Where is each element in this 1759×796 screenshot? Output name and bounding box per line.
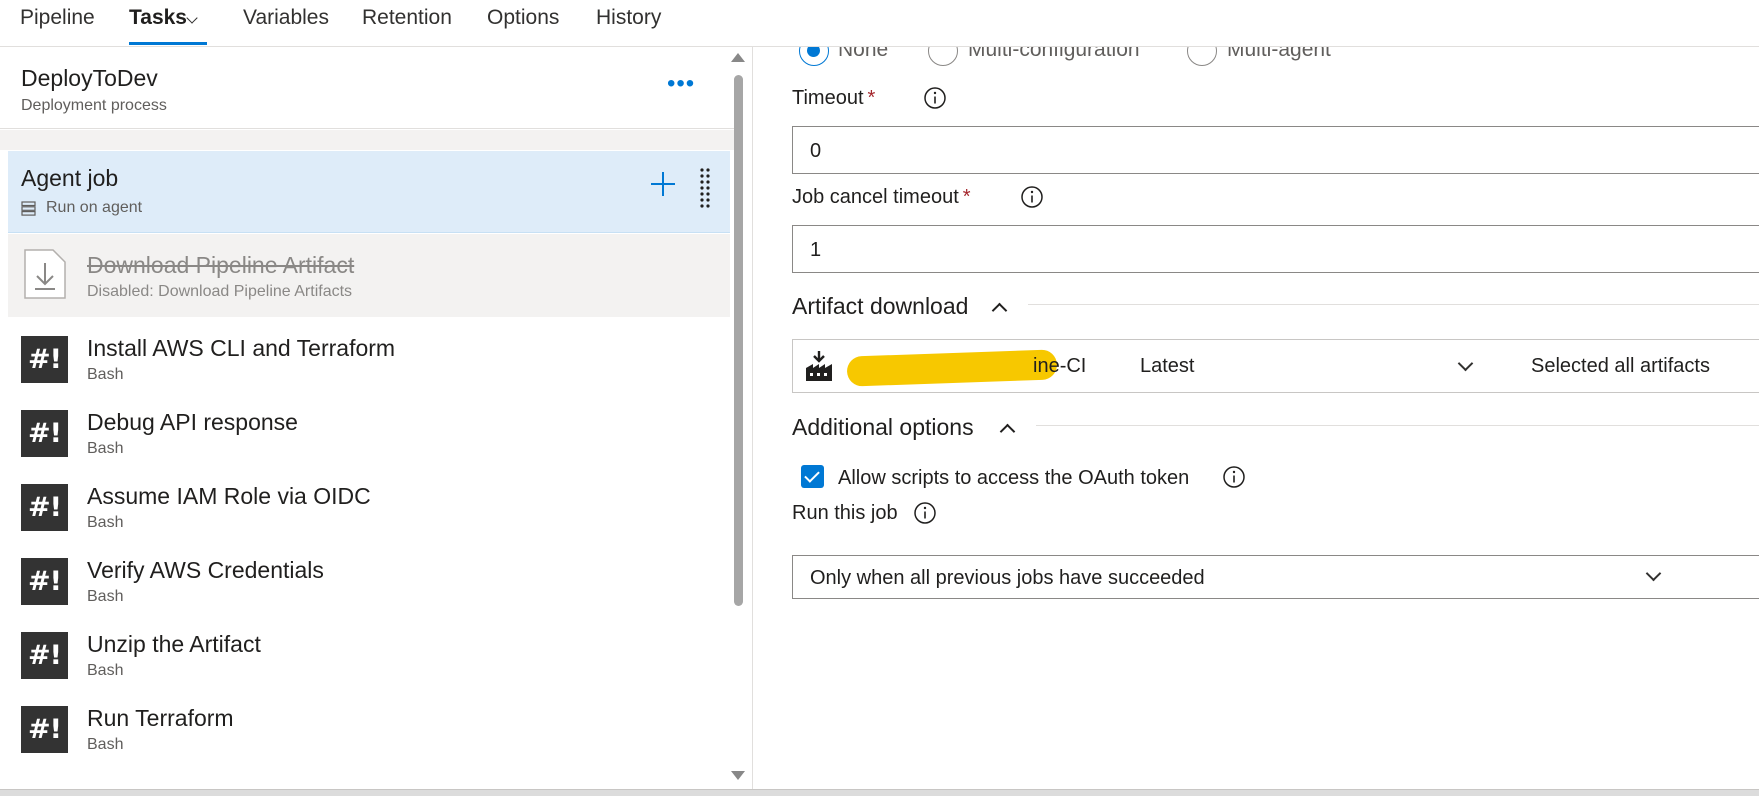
additional-options-header[interactable]: Additional options xyxy=(792,414,974,441)
bash-icon: #! xyxy=(21,410,68,457)
bash-icon: #! xyxy=(21,632,68,679)
add-task-icon[interactable] xyxy=(648,169,678,199)
scrollbar-thumb[interactable] xyxy=(734,75,743,606)
task-item[interactable]: #! Run Terraform Bash xyxy=(8,687,730,770)
run-condition-select[interactable]: Only when all previous jobs have succeed… xyxy=(792,555,1759,599)
radio-none[interactable] xyxy=(799,47,829,66)
task-item[interactable]: #! Assume IAM Role via OIDC Bash xyxy=(8,465,730,548)
task-subtitle: Bash xyxy=(87,662,124,679)
info-icon[interactable] xyxy=(1222,465,1246,489)
task-subtitle: Bash xyxy=(87,440,124,457)
stage-subtitle: Deployment process xyxy=(21,97,167,114)
section-divider xyxy=(1028,304,1759,305)
cancel-timeout-input[interactable]: 1 xyxy=(792,225,1759,273)
radio-multi-configuration[interactable] xyxy=(928,47,958,66)
tab-variables[interactable]: Variables xyxy=(243,6,329,30)
radio-label-multi-configuration[interactable]: Multi-configuration xyxy=(968,47,1140,62)
section-divider xyxy=(1036,425,1759,426)
release-pipeline-editor: Pipeline Tasks Variables Retention Optio… xyxy=(0,0,1759,796)
chevron-up-icon[interactable] xyxy=(999,423,1016,440)
task-subtitle: Bash xyxy=(87,588,124,605)
chevron-down-icon[interactable] xyxy=(1457,355,1474,372)
scroll-up-arrow-icon[interactable] xyxy=(731,53,745,62)
active-tab-indicator xyxy=(129,42,207,45)
bash-icon: #! xyxy=(21,484,68,531)
tab-history[interactable]: History xyxy=(596,6,661,30)
agent-job-title: Agent job xyxy=(21,165,119,191)
task-subtitle: Disabled: Download Pipeline Artifacts xyxy=(87,283,353,300)
window-bottom-edge xyxy=(0,789,1759,796)
bash-icon: #! xyxy=(21,706,68,753)
task-name: Unzip the Artifact xyxy=(87,631,261,657)
artifact-selection-summary[interactable]: Selected all artifacts xyxy=(1531,355,1710,378)
oauth-token-checkbox[interactable] xyxy=(801,465,824,488)
build-artifact-icon xyxy=(806,351,832,381)
task-list-panel: DeployToDev Deployment process ••• Agent… xyxy=(0,47,753,796)
task-item[interactable]: #! Install AWS CLI and Terraform Bash xyxy=(8,317,730,400)
oauth-token-label[interactable]: Allow scripts to access the OAuth token xyxy=(838,467,1189,490)
task-item[interactable]: Download Pipeline Artifact Disabled: Dow… xyxy=(8,234,730,317)
radio-label-none[interactable]: None xyxy=(838,47,888,62)
run-condition-value: Only when all previous jobs have succeed… xyxy=(810,567,1205,589)
bash-icon: #! xyxy=(21,558,68,605)
run-this-job-label: Run this job xyxy=(792,502,898,524)
redaction-mark xyxy=(846,349,1058,387)
agent-job-subtitle: Run on agent xyxy=(46,199,143,216)
tab-pipeline[interactable]: Pipeline xyxy=(20,6,95,30)
chevron-down-icon[interactable] xyxy=(186,12,198,24)
task-name: Download Pipeline Artifact xyxy=(87,252,355,278)
artifact-version[interactable]: Latest xyxy=(1140,355,1194,378)
parallelism-options: None Multi-configuration Multi-agent xyxy=(754,47,1759,67)
task-name: Debug API response xyxy=(87,409,298,435)
artifact-download-header[interactable]: Artifact download xyxy=(792,293,968,320)
artifact-name: ine-CI xyxy=(1033,355,1087,377)
task-item[interactable]: #! Debug API response Bash xyxy=(8,391,730,474)
timeout-label: Timeout * xyxy=(792,87,876,109)
scroll-down-arrow-icon[interactable] xyxy=(731,771,745,780)
task-name: Verify AWS Credentials xyxy=(87,557,324,583)
tab-options[interactable]: Options xyxy=(487,6,559,30)
chevron-down-icon[interactable] xyxy=(1645,565,1662,582)
stage-title: DeployToDev xyxy=(21,65,158,91)
download-icon xyxy=(24,249,66,299)
info-icon[interactable] xyxy=(1020,185,1044,209)
artifact-row[interactable]: ine-CI Latest Selected all artifacts xyxy=(792,339,1759,393)
server-icon xyxy=(21,201,36,216)
task-item[interactable]: #! Unzip the Artifact Bash xyxy=(8,613,730,696)
tab-tasks[interactable]: Tasks xyxy=(129,6,187,30)
top-nav: Pipeline Tasks Variables Retention Optio… xyxy=(0,0,1759,47)
task-item[interactable]: #! Verify AWS Credentials Bash xyxy=(8,539,730,622)
cancel-timeout-label: Job cancel timeout * xyxy=(792,186,971,208)
task-name: Install AWS CLI and Terraform xyxy=(87,335,396,361)
timeout-input[interactable]: 0 xyxy=(792,126,1759,174)
task-subtitle: Bash xyxy=(87,514,124,531)
info-icon[interactable] xyxy=(923,86,947,110)
task-subtitle: Bash xyxy=(87,736,124,753)
job-properties-panel: None Multi-configuration Multi-agent Tim… xyxy=(754,47,1759,796)
tab-retention[interactable]: Retention xyxy=(362,6,452,30)
drag-handle-icon[interactable] xyxy=(698,167,712,211)
stage-divider xyxy=(0,130,735,150)
info-icon[interactable] xyxy=(913,501,937,525)
chevron-up-icon[interactable] xyxy=(991,302,1008,319)
radio-label-multi-agent[interactable]: Multi-agent xyxy=(1227,47,1331,62)
task-subtitle: Bash xyxy=(87,366,124,383)
radio-multi-agent[interactable] xyxy=(1187,47,1217,66)
more-actions-icon[interactable]: ••• xyxy=(667,72,695,96)
stage-header[interactable]: DeployToDev Deployment process ••• xyxy=(0,47,735,129)
bash-icon: #! xyxy=(21,336,68,383)
task-name: Assume IAM Role via OIDC xyxy=(87,483,371,509)
task-name: Run Terraform xyxy=(87,705,234,731)
agent-job-item[interactable]: Agent job Run on agent xyxy=(8,151,730,233)
